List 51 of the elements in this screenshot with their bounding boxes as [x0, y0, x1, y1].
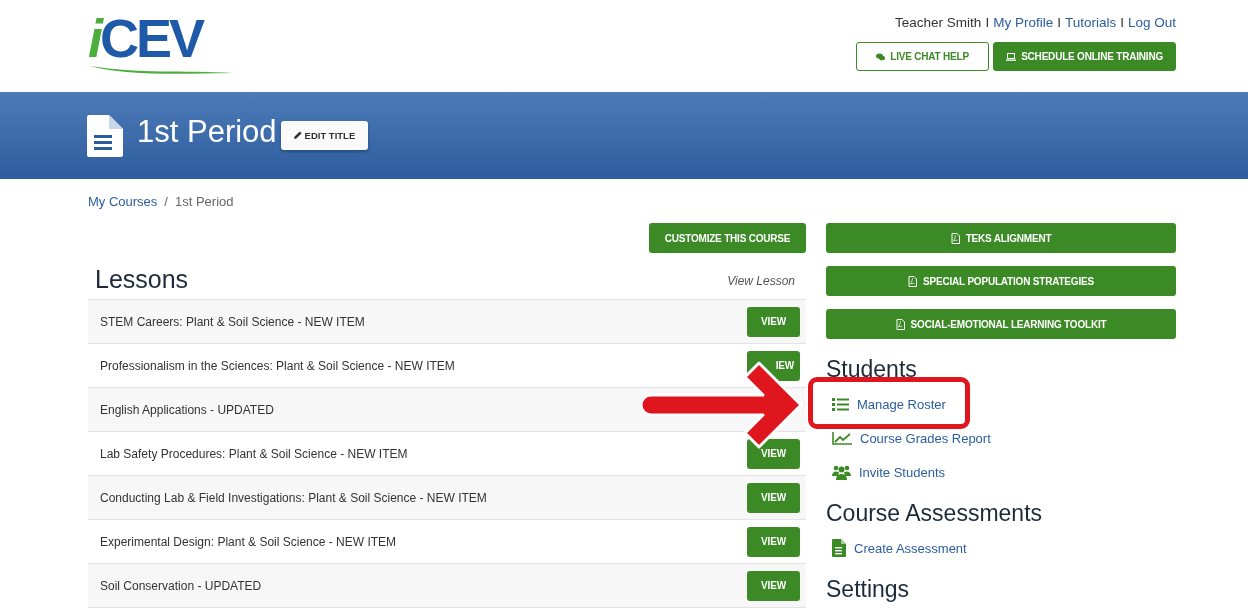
resource-button[interactable]: SPECIAL POPULATION STRATEGIES	[826, 266, 1176, 296]
users-icon	[832, 464, 851, 480]
breadcrumb-link[interactable]: My Courses	[88, 194, 158, 209]
line-chart-icon	[832, 431, 852, 445]
pdf-file-icon	[895, 318, 905, 330]
sidebar-link[interactable]: Course Grades Report	[826, 421, 991, 455]
header-link[interactable]: Log Out	[1127, 15, 1176, 30]
section-heading: Lessons	[95, 265, 189, 294]
user-name: Teacher Smith	[895, 15, 982, 30]
logo-wordmark: iCEV	[88, 14, 204, 62]
header-link[interactable]: My Profile	[993, 15, 1054, 30]
lesson-title: Experimental Design: Plant & Soil Science - NEW ITEM	[100, 534, 397, 549]
section-heading: Course Assessments	[826, 500, 1044, 527]
lesson-title: STEM Careers: Plant & Soil Science - NEW ITEM	[100, 314, 365, 329]
view-button[interactable]: VIEW	[747, 526, 800, 557]
chat-icon	[876, 52, 886, 61]
separator: I	[1057, 15, 1061, 30]
view-button[interactable]: VIEW	[747, 482, 800, 513]
view-button[interactable]: VIEW	[747, 438, 800, 469]
customize-course-button[interactable]: CUSTOMIZE THIS COURSE	[649, 223, 806, 253]
resource-button[interactable]: SOCIAL-EMOTIONAL LEARNING TOOLKIT	[826, 309, 1176, 339]
lesson-title: English Applications - UPDATED	[100, 402, 274, 417]
lesson-title: Soil Conservation - UPDATED	[100, 578, 262, 593]
sidebar-link[interactable]: Create Assessment	[826, 531, 967, 565]
training-button[interactable]: SCHEDULE ONLINE TRAINING	[993, 42, 1176, 71]
document-icon	[832, 539, 846, 557]
laptop-icon	[1006, 52, 1017, 61]
view-button[interactable]: VIEW	[747, 306, 800, 337]
page-title: 1st Period	[137, 113, 277, 150]
view-button[interactable]: VIEW	[747, 570, 800, 601]
pdf-file-icon	[908, 275, 918, 287]
sidebar-link[interactable]: Manage Roster	[826, 387, 946, 421]
separator: I	[985, 15, 990, 30]
separator: I	[1120, 15, 1124, 30]
header-link[interactable]: Tutorials	[1064, 15, 1117, 30]
pdf-file-icon	[950, 232, 960, 244]
edit-title-button[interactable]: EDIT TITLE	[280, 120, 369, 150]
resource-button[interactable]: TEKS ALIGNMENT	[826, 223, 1176, 253]
breadcrumb-current: 1st Period	[175, 194, 234, 209]
breadcrumb-separator: /	[164, 194, 168, 209]
lesson-title: Professionalism in the Sciences: Plant & Soil Science - NEW ITEM	[100, 358, 455, 373]
section-heading: Students	[826, 356, 918, 383]
document-icon	[87, 114, 123, 157]
lesson-title: Lab Safety Procedures: Plant & Soil Science - NEW ITEM	[100, 446, 408, 461]
section-heading: Settings	[826, 576, 911, 603]
lesson-title: Conducting Lab & Field Investigations: Plant & Soil Science - NEW ITEM	[100, 490, 487, 505]
column-label: View Lesson	[727, 274, 795, 288]
pencil-icon	[293, 131, 302, 139]
list-icon	[832, 397, 849, 411]
chat-button[interactable]: LIVE CHAT HELP	[856, 42, 990, 71]
sidebar-link[interactable]: Invite Students	[826, 455, 945, 489]
